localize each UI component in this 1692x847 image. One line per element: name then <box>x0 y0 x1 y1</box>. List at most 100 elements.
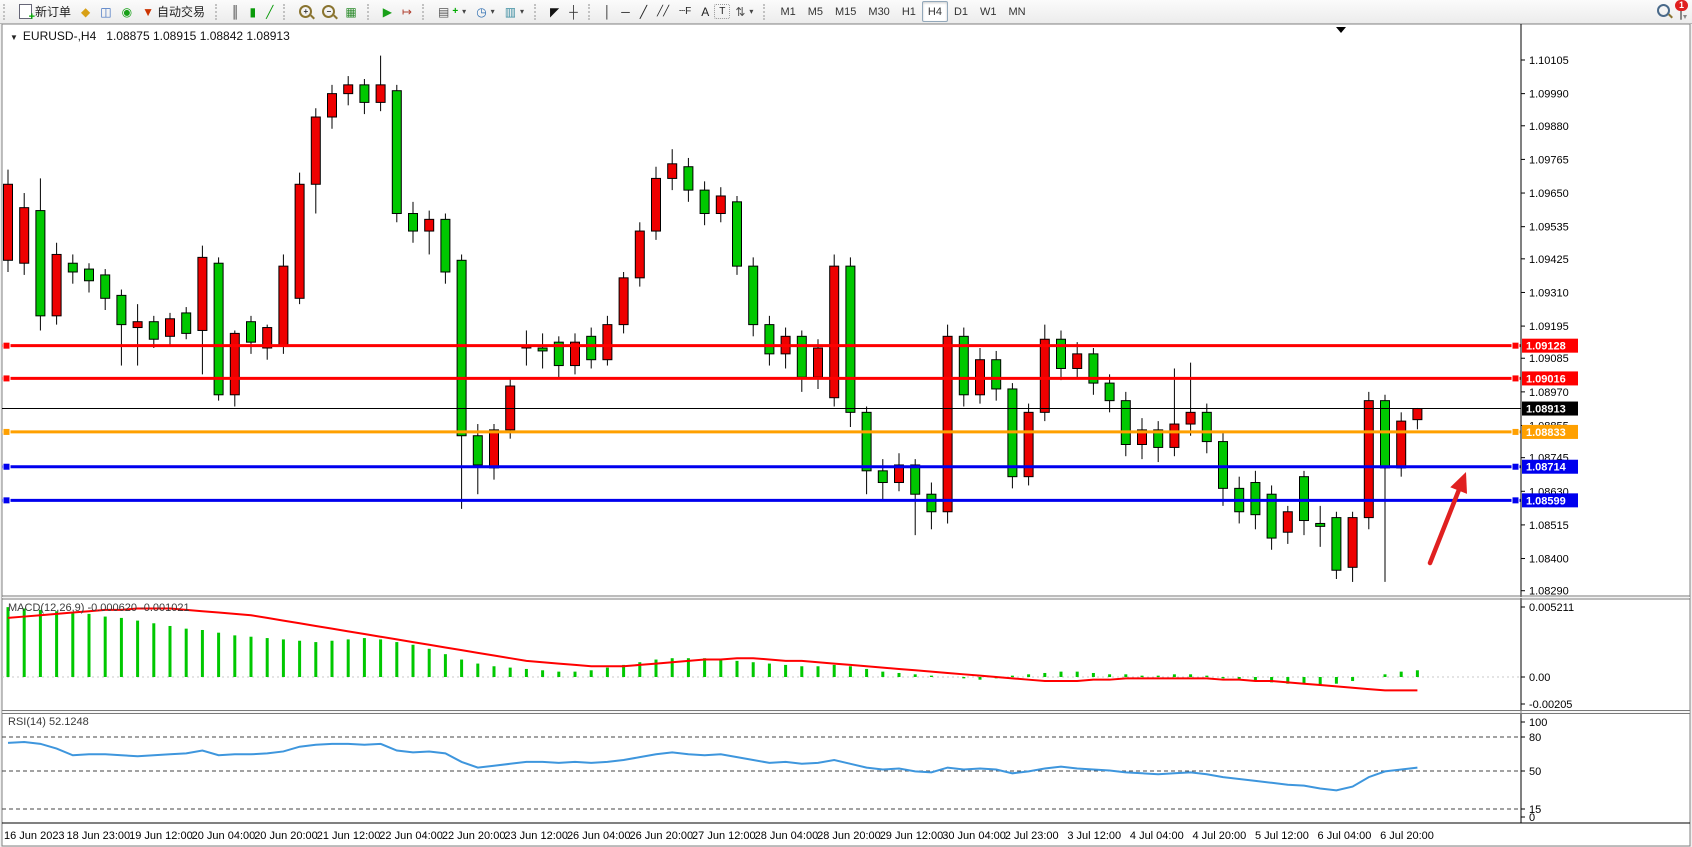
objects-group: ▤ +▾ ◷ ▾ ▥ ▾ <box>431 1 531 23</box>
tab-timeframe-w1[interactable]: W1 <box>974 1 1003 22</box>
level-handle[interactable] <box>1512 375 1519 382</box>
group-separator <box>367 4 373 20</box>
time-tick-label: 6 Jul 20:00 <box>1380 830 1434 842</box>
algo-trading-label: 自动交易 <box>157 3 205 20</box>
time-tick-label: 28 Jun 04:00 <box>755 830 819 842</box>
tab-timeframe-d1[interactable]: D1 <box>948 1 974 22</box>
level-handle[interactable] <box>3 342 10 349</box>
channel-tool[interactable]: ╱╱ <box>652 1 674 22</box>
time-tick-label: 27 Jun 12:00 <box>692 830 756 842</box>
vertical-line-tool[interactable]: │ <box>599 1 617 22</box>
time-tick-label: 26 Jun 20:00 <box>630 830 694 842</box>
line-chart-icon[interactable]: ╱ <box>261 1 278 22</box>
price-tick-label: 1.09310 <box>1529 287 1569 299</box>
candlestick-chart-icon[interactable]: ▮ <box>245 1 262 22</box>
templates-button[interactable]: ▥ ▾ <box>500 1 529 22</box>
time-tick-label: 23 Jun 12:00 <box>504 830 568 842</box>
price-tick-label: 1.09195 <box>1529 321 1569 333</box>
time-tick-label: 6 Jul 04:00 <box>1318 830 1372 842</box>
tile-windows-icon[interactable]: ▦ <box>340 1 361 22</box>
price-badge-label: 1.08599 <box>1526 495 1566 507</box>
time-tick-label: 16 Jun 2023 <box>4 830 65 842</box>
tab-timeframe-m15[interactable]: M15 <box>829 1 862 22</box>
zoom-in-button[interactable]: + <box>294 1 317 22</box>
tab-timeframe-h1[interactable]: H1 <box>896 1 922 22</box>
new-order-button[interactable]: 新订单 <box>14 1 76 22</box>
tab-timeframe-m30[interactable]: M30 <box>862 1 895 22</box>
tab-timeframe-m5[interactable]: M5 <box>802 1 829 22</box>
price-chart-canvas[interactable]: 1.101051.099901.098801.097651.096501.095… <box>0 0 1692 847</box>
notification-badge: 1 <box>1675 0 1688 11</box>
time-tick-label: 5 Jul 12:00 <box>1255 830 1309 842</box>
search-button[interactable] <box>1657 4 1670 20</box>
signals-icon[interactable]: ◉ <box>117 1 137 22</box>
periods-button[interactable]: ◷ ▾ <box>471 1 500 22</box>
price-badge-label: 1.08714 <box>1526 462 1567 474</box>
rsi-tick-label: 80 <box>1529 732 1541 744</box>
price-tick-label: 1.08515 <box>1529 520 1569 532</box>
level-handle[interactable] <box>1512 463 1519 470</box>
time-tick-label: 20 Jun 20:00 <box>254 830 318 842</box>
fibonacci-tool[interactable]: ┄F <box>674 1 696 22</box>
price-badge-label: 1.09128 <box>1526 341 1566 353</box>
group-separator <box>283 4 289 20</box>
time-tick-label: 30 Jun 04:00 <box>942 830 1006 842</box>
price-tick-label: 1.09085 <box>1529 353 1569 365</box>
time-tick-label: 20 Jun 04:00 <box>192 830 256 842</box>
chart-window-frame <box>2 24 1690 846</box>
rsi-tick-label: 50 <box>1529 766 1541 778</box>
macd-label: MACD(12,26,9) -0.000620 -0.001021 <box>8 602 190 614</box>
price-tick-label: 1.10105 <box>1529 55 1569 67</box>
template-icon: ▥ <box>505 6 516 18</box>
tab-timeframe-m1[interactable]: M1 <box>774 1 801 22</box>
notifications-button[interactable]: 1 <box>1680 5 1682 19</box>
text-tool[interactable]: A <box>696 1 714 22</box>
chart-type-group: ║ ▮ ╱ <box>224 1 280 23</box>
new-order-icon <box>19 4 32 19</box>
time-tick-label: 29 Jun 12:00 <box>880 830 944 842</box>
level-handle[interactable] <box>1512 342 1519 349</box>
price-tick-label: 1.09990 <box>1529 89 1569 101</box>
text-label-tool[interactable]: T <box>714 4 730 19</box>
time-tick-label: 21 Jun 12:00 <box>317 830 381 842</box>
chart-shift-icon[interactable]: ↦ <box>397 1 417 22</box>
time-tick-label: 19 Jun 12:00 <box>129 830 193 842</box>
algo-trading-button[interactable]: ▼ 自动交易 <box>137 1 210 22</box>
zoom-out-button[interactable]: − <box>317 1 340 22</box>
symbol-period-label: EURUSD-,H4 <box>23 29 96 43</box>
tab-timeframe-h4[interactable]: H4 <box>922 1 948 22</box>
level-handle[interactable] <box>3 375 10 382</box>
cursor-icon[interactable]: ◤ <box>545 1 564 22</box>
auto-scroll-icon[interactable]: ▶ <box>378 1 397 22</box>
crosshair-icon[interactable]: ┼ <box>564 1 583 22</box>
strategy-tester-icon[interactable]: ◫ <box>95 1 116 22</box>
level-handle[interactable] <box>1512 428 1519 435</box>
time-tick-label: 28 Jun 20:00 <box>817 830 881 842</box>
level-handle[interactable] <box>1512 497 1519 504</box>
price-tick-label: 1.09535 <box>1529 222 1569 234</box>
time-tick-label: 18 Jun 23:00 <box>67 830 131 842</box>
time-tick-label: 3 Jul 12:00 <box>1067 830 1121 842</box>
horizontal-line-tool[interactable]: ─ <box>616 1 635 22</box>
scroll-group: ▶ ↦ <box>376 1 419 23</box>
indicators-button[interactable]: ▤ +▾ <box>433 1 471 22</box>
level-handle[interactable] <box>3 463 10 470</box>
price-tick-label: 1.09765 <box>1529 154 1569 166</box>
group-separator <box>588 4 594 20</box>
search-icon <box>1657 4 1670 17</box>
price-tick-label: 1.08970 <box>1529 387 1569 399</box>
level-handle[interactable] <box>3 428 10 435</box>
tab-timeframe-mn[interactable]: MN <box>1003 1 1032 22</box>
market-depth-icon[interactable]: ◆ <box>76 1 95 22</box>
arrows-tool[interactable]: ⇅ ▾ <box>730 1 758 22</box>
rsi-label: RSI(14) 52.1248 <box>8 716 89 728</box>
group-separator <box>215 4 221 20</box>
level-handle[interactable] <box>3 497 10 504</box>
main-toolbar: 新订单 ◆ ◫ ◉ ▼ 自动交易 ║ ▮ ╱ + − ▦ ▶ ↦ ▤ +▾ ◷ … <box>0 0 1692 24</box>
trendline-tool[interactable]: ╱ <box>635 1 652 22</box>
bar-chart-icon[interactable]: ║ <box>226 1 245 22</box>
chevron-down-icon: ▼ <box>10 33 18 42</box>
zoom-in-icon: + <box>299 5 312 18</box>
rsi-tick-label: 100 <box>1529 717 1547 729</box>
price-tick-label: 1.09880 <box>1529 121 1569 133</box>
